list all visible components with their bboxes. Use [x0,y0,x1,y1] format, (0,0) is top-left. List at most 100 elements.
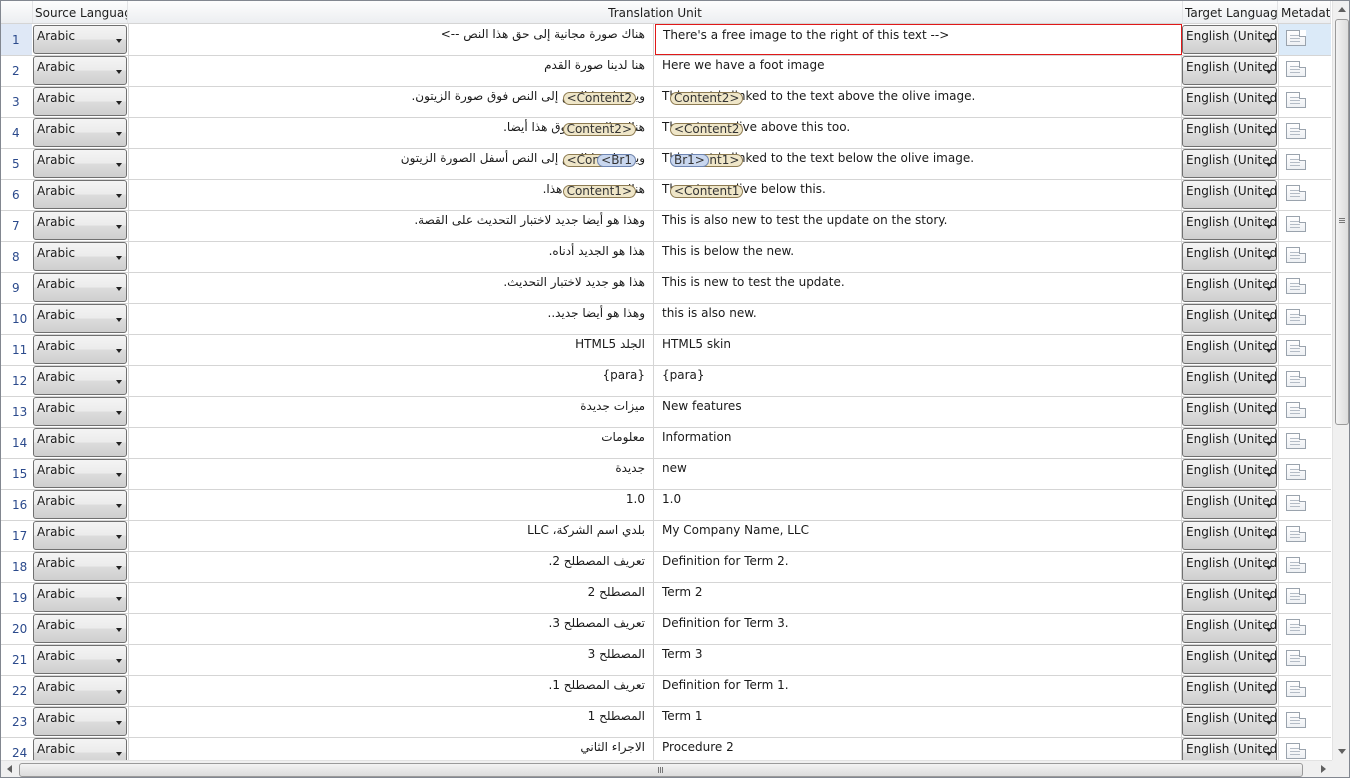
target-language-dropdown[interactable]: English (United States) [1182,56,1277,85]
table-row[interactable]: 14 Arabic معلومات Information English (Unite… [1,427,1331,459]
target-text-cell[interactable]: 1.0 [655,489,1182,520]
source-text-cell[interactable]: هذا هو جديد لاختبار التحديث. [128,272,654,303]
horizontal-scrollbar[interactable] [1,760,1332,777]
inline-tag[interactable]: Br1> [597,154,636,167]
inline-tag[interactable]: <Content2 [670,123,744,136]
target-language-dropdown[interactable]: English (United States) [1182,335,1277,364]
table-row[interactable]: 1 Arabic هناك صورة مجانية إلى حق هذا النص … [1,24,1331,56]
source-text-cell[interactable]: {para} [128,365,654,396]
target-language-dropdown[interactable]: English (United States) [1182,118,1277,147]
document-icon[interactable] [1286,371,1306,387]
document-icon[interactable] [1286,619,1306,635]
metadata-cell[interactable] [1278,706,1331,737]
source-language-dropdown[interactable]: Arabic [33,552,127,581]
document-icon[interactable] [1286,588,1306,604]
source-language-dropdown[interactable]: Arabic [33,490,127,519]
source-text-cell[interactable]: تعريف المصطلح 1. [128,675,654,706]
source-text-cell[interactable]: جديدة [128,458,654,489]
table-row[interactable]: 19 Arabic المصطلح 2 Term 2 English (United S… [1,582,1331,614]
source-language-dropdown[interactable]: Arabic [33,87,127,116]
metadata-cell[interactable] [1278,24,1331,55]
source-language-dropdown[interactable]: Arabic [33,738,127,760]
target-language-dropdown[interactable]: English (United States) [1182,211,1277,240]
target-text-cell[interactable]: This is below the new. [655,241,1182,272]
metadata-cell[interactable] [1278,365,1331,396]
target-text-cell[interactable]: Term 1 [655,706,1182,737]
source-text-cell[interactable]: هذا هو الجديد أدناه. [128,241,654,272]
source-language-dropdown[interactable]: Arabic [33,459,127,488]
metadata-cell[interactable] [1278,737,1331,760]
table-row[interactable]: 2 Arabic هنا لدينا صورة القدم Here we have … [1,55,1331,87]
header-target-language[interactable]: Target Language [1182,1,1278,23]
metadata-cell[interactable] [1278,179,1331,210]
source-text-cell[interactable]: ميزات جديدة [128,396,654,427]
source-language-dropdown[interactable]: Arabic [33,583,127,612]
target-text-cell[interactable]: Definition for Term 1. [655,675,1182,706]
document-icon[interactable] [1286,309,1306,325]
inline-tag[interactable]: <Content2 [562,123,636,136]
document-icon[interactable] [1286,650,1306,666]
inline-tag[interactable]: <Content1 [670,185,744,198]
document-icon[interactable] [1286,743,1306,759]
source-text-cell[interactable]: تعريف المصطلح 3. [128,613,654,644]
source-language-dropdown[interactable]: Arabic [33,149,127,178]
document-icon[interactable] [1286,247,1306,263]
source-text-cell[interactable]: المصطلح 2 [128,582,654,613]
target-language-dropdown[interactable]: English (United States) [1182,707,1277,736]
inline-tag[interactable]: Content2> [562,92,636,105]
target-language-dropdown[interactable]: English (United States) [1182,149,1277,178]
source-text-cell[interactable]: تعريف المصطلح 2. [128,551,654,582]
scroll-right-icon[interactable] [1315,761,1332,777]
document-icon[interactable] [1286,712,1306,728]
target-language-dropdown[interactable]: English (United States) [1182,552,1277,581]
target-language-dropdown[interactable]: English (United States) [1182,242,1277,271]
target-text-cell[interactable]: HTML5 skin [655,334,1182,365]
table-row[interactable]: 20 Arabic تعريف المصطلح 3. Definition for T… [1,613,1331,645]
scroll-down-icon[interactable] [1333,743,1349,760]
table-row[interactable]: 11 Arabic الجلد HTML5 HTML5 skin English (Un… [1,334,1331,366]
table-row[interactable]: 16 Arabic 1.0 1.0 English (United States) [1,489,1331,521]
metadata-cell[interactable] [1278,551,1331,582]
source-language-dropdown[interactable]: Arabic [33,335,127,364]
table-row[interactable]: 6Arabic<Content1هناك زيتون دون هذا.<Cont… [1,179,1331,211]
metadata-cell[interactable] [1278,303,1331,334]
metadata-cell[interactable] [1278,520,1331,551]
source-language-dropdown[interactable]: Arabic [33,56,127,85]
document-icon[interactable] [1286,92,1306,108]
document-icon[interactable] [1286,557,1306,573]
inline-tag[interactable]: Br1> [670,154,709,167]
source-text-cell[interactable]: الجلد HTML5 [128,334,654,365]
vertical-scroll-thumb[interactable] [1335,19,1349,425]
target-language-dropdown[interactable]: English (United States) [1182,521,1277,550]
document-icon[interactable] [1286,681,1306,697]
table-row[interactable]: 10 Arabic وهذا هو أيضا جديد.. this is also … [1,303,1331,335]
source-language-dropdown[interactable]: Arabic [33,273,127,302]
source-text-cell[interactable]: ويرتبط هذا النص إلى النص فوق صورة الزيتو… [128,86,654,117]
target-language-dropdown[interactable]: English (United States) [1182,25,1277,54]
inline-tag[interactable]: Content2> [670,92,744,105]
header-source-language[interactable]: Source Language [32,1,128,23]
target-text-cell[interactable]: Information [655,427,1182,458]
metadata-cell[interactable] [1278,613,1331,644]
source-language-dropdown[interactable]: Arabic [33,242,127,271]
metadata-cell[interactable] [1278,117,1331,148]
source-language-dropdown[interactable]: Arabic [33,645,127,674]
document-icon[interactable] [1286,464,1306,480]
document-icon[interactable] [1286,30,1306,46]
source-text-cell[interactable]: وهذا هو أيضا جديد لاختبار التحديث على ال… [128,210,654,241]
scroll-up-icon[interactable] [1333,1,1349,18]
target-language-dropdown[interactable]: English (United States) [1182,180,1277,209]
source-text-cell[interactable]: بلدي اسم الشركة، LLC [128,520,654,551]
metadata-cell[interactable] [1278,582,1331,613]
source-language-dropdown[interactable]: Arabic [33,521,127,550]
target-text-cell[interactable]: Procedure 2 [655,737,1182,760]
target-text-cell[interactable]: <Content2 There's an olive above this too… [655,117,1182,148]
target-text-cell[interactable]: Definition for Term 2. [655,551,1182,582]
target-language-dropdown[interactable]: English (United States) [1182,366,1277,395]
target-language-dropdown[interactable]: English (United States) [1182,583,1277,612]
source-text-cell[interactable]: معلومات [128,427,654,458]
target-language-dropdown[interactable]: English (United States) [1182,490,1277,519]
document-icon[interactable] [1286,185,1306,201]
target-language-dropdown[interactable]: English (United States) [1182,738,1277,760]
metadata-cell[interactable] [1278,489,1331,520]
